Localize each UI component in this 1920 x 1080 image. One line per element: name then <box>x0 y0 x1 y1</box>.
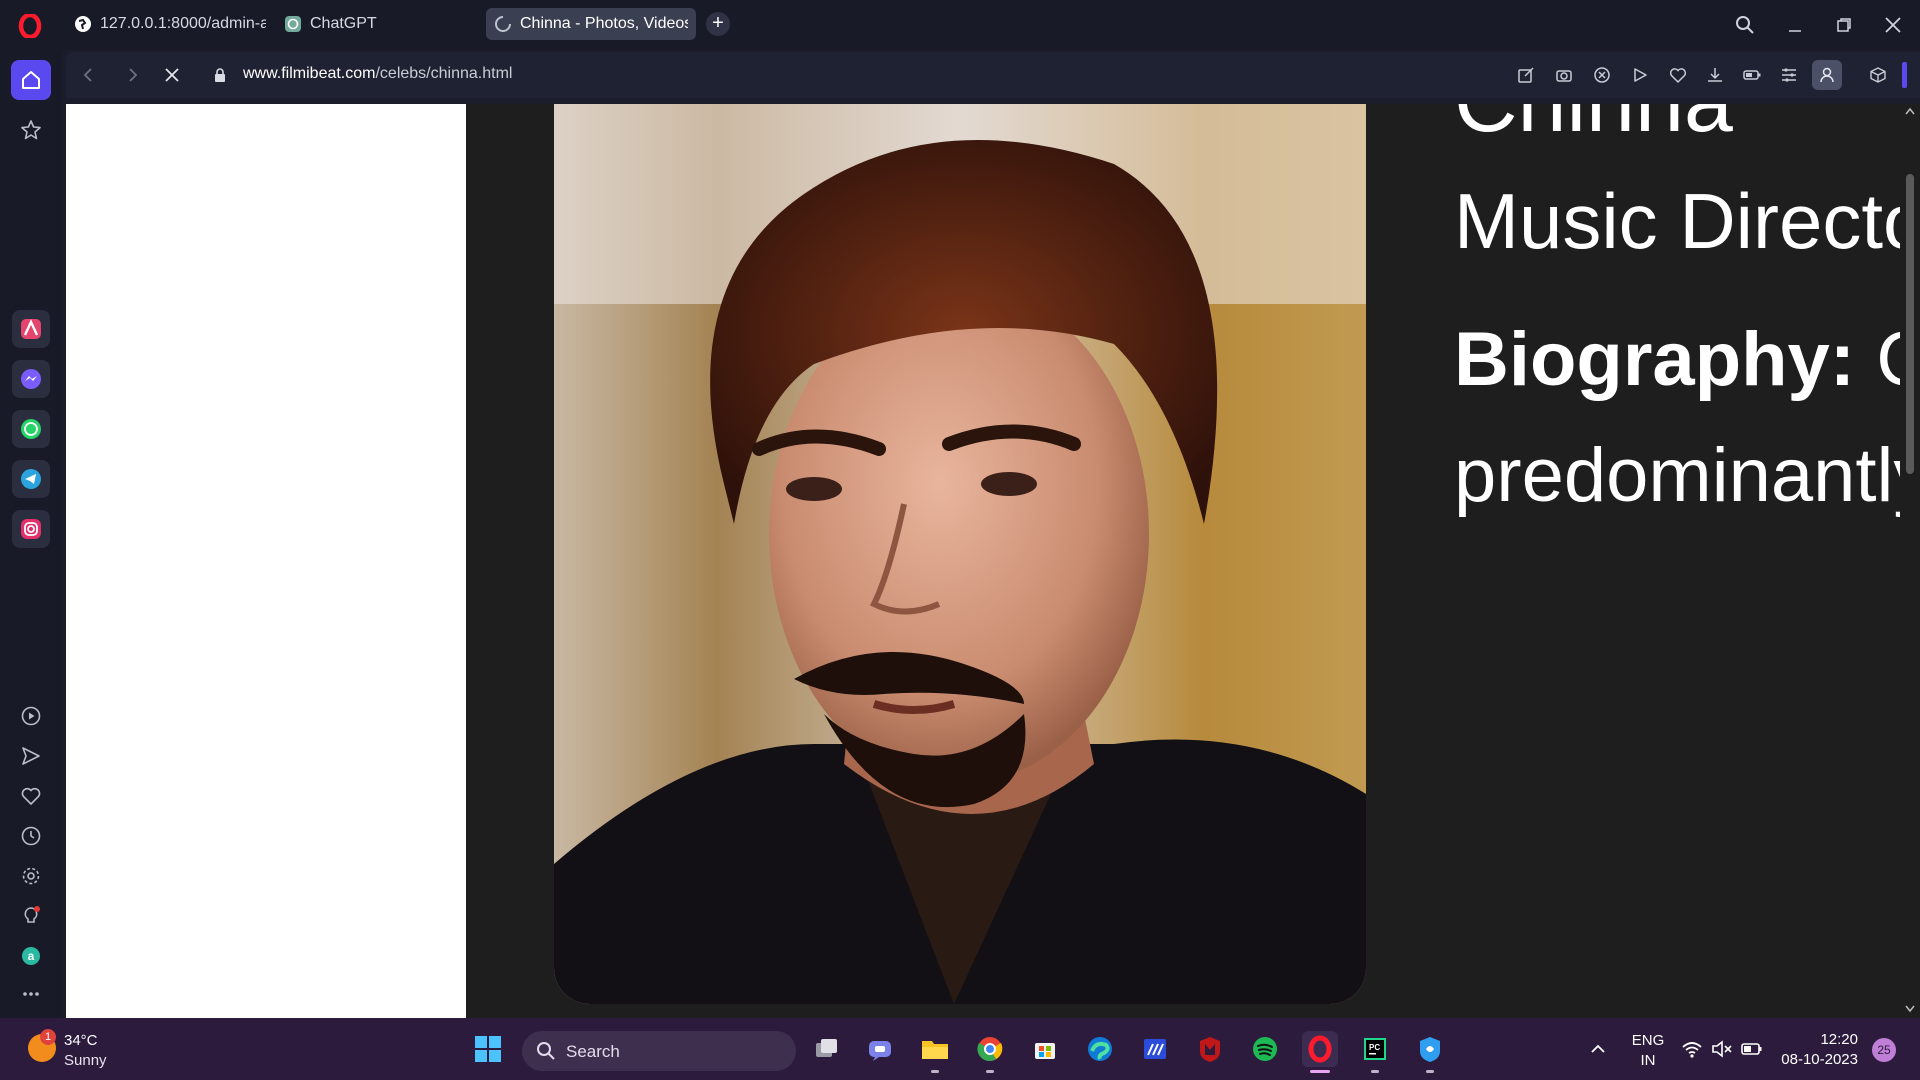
running-indicator <box>1371 1070 1379 1073</box>
search-icon <box>537 1042 555 1060</box>
weather-description[interactable]: Sunny <box>64 1052 107 1069</box>
whatsapp-icon[interactable] <box>12 410 50 448</box>
running-indicator <box>986 1070 994 1073</box>
scroll-up-icon[interactable] <box>1904 106 1916 116</box>
biography-text: predominantly <box>1454 433 1900 518</box>
blank-panel <box>66 104 466 1018</box>
battery-saver-icon[interactable] <box>1740 63 1764 87</box>
amazon-app-icon[interactable]: a <box>11 936 51 976</box>
celebrity-name: Chinna <box>1454 104 1733 152</box>
opera-taskbar-icon[interactable] <box>1302 1031 1338 1073</box>
speed-dial-star-icon[interactable] <box>11 110 51 150</box>
telegram-icon[interactable] <box>12 460 50 498</box>
tab-search-icon[interactable] <box>1730 10 1760 40</box>
stop-loading-button[interactable] <box>159 62 185 88</box>
profile-avatar-icon[interactable] <box>1812 60 1842 90</box>
vscode-like-icon[interactable] <box>1137 1031 1173 1067</box>
aria-app-icon[interactable] <box>12 310 50 348</box>
tab-chatgpt[interactable]: ChatGPT <box>276 8 476 40</box>
spotify-icon[interactable] <box>1247 1031 1283 1067</box>
url-path: /celebs/chinna.html <box>375 65 513 82</box>
pycharm-icon[interactable]: PC <box>1357 1031 1393 1073</box>
search-label: Search <box>566 1042 620 1061</box>
language-indicator[interactable]: ENG <box>1628 1032 1668 1049</box>
battery-icon[interactable] <box>1734 1031 1770 1067</box>
opera-logo-icon[interactable] <box>18 14 42 38</box>
biography-label: Biography: <box>1454 317 1856 402</box>
player-play-icon[interactable] <box>1628 63 1652 87</box>
ms-store-icon[interactable] <box>1027 1031 1063 1067</box>
tab-title: ChatGPT <box>310 15 377 32</box>
restore-button[interactable] <box>1829 10 1859 40</box>
tab-admin[interactable]: 127.0.0.1:8000/admin-add <box>66 8 274 40</box>
shield-app-icon[interactable] <box>1412 1031 1448 1073</box>
svg-text:PC: PC <box>1369 1043 1380 1052</box>
close-window-button[interactable] <box>1878 10 1908 40</box>
edit-page-icon[interactable] <box>1514 63 1538 87</box>
page-viewport: Chinna Music Director Biography: C predo… <box>66 104 1900 1018</box>
weather-temperature[interactable]: 34°C <box>64 1032 98 1049</box>
tab-title: Chinna - Photos, Videos, B <box>520 15 688 32</box>
back-button[interactable] <box>75 62 101 88</box>
running-indicator <box>1426 1070 1434 1073</box>
minimize-button[interactable] <box>1780 10 1810 40</box>
running-indicator <box>931 1070 939 1073</box>
easy-setup-icon[interactable] <box>1777 63 1801 87</box>
scrollbar-thumb[interactable] <box>1906 174 1914 474</box>
page-scrollbar[interactable] <box>1900 104 1920 1018</box>
celebrity-photo[interactable] <box>554 104 1366 1004</box>
taskbar-search[interactable]: Search <box>522 1031 796 1071</box>
settings-gear-icon[interactable] <box>11 856 51 896</box>
address-bar: www.filmibeat.com/celebs/chinna.html <box>66 52 1920 98</box>
svg-text:a: a <box>28 949 35 963</box>
tips-lightbulb-icon[interactable] <box>11 896 51 936</box>
title-bar: 127.0.0.1:8000/admin-add ChatGPT Chinna … <box>0 0 1920 50</box>
scroll-down-icon[interactable] <box>1904 1004 1916 1014</box>
chatgpt-icon <box>284 15 302 33</box>
tray-overflow-chevron-icon[interactable] <box>1580 1031 1616 1067</box>
messenger-icon[interactable] <box>12 360 50 398</box>
biography-line: Biography: C <box>1454 316 1900 403</box>
chrome-icon[interactable] <box>972 1031 1008 1073</box>
url-domain: www.filmibeat.com <box>243 65 376 82</box>
file-explorer-icon[interactable] <box>917 1031 953 1073</box>
active-indicator <box>1310 1070 1330 1073</box>
teams-chat-icon[interactable] <box>862 1031 898 1067</box>
forward-button[interactable] <box>120 62 146 88</box>
loading-spinner-icon <box>494 15 512 33</box>
biography-start: C <box>1876 317 1900 402</box>
url-field[interactable]: www.filmibeat.com/celebs/chinna.html <box>243 65 512 83</box>
send-flow-icon[interactable] <box>11 736 51 776</box>
ad-blocker-icon[interactable] <box>1590 63 1614 87</box>
downloads-icon[interactable] <box>1703 63 1727 87</box>
notification-count-badge[interactable]: 25 <box>1872 1038 1896 1062</box>
bookmark-heart-icon[interactable] <box>1666 63 1690 87</box>
snapshot-camera-icon[interactable] <box>1552 63 1576 87</box>
history-clock-icon[interactable] <box>11 816 51 856</box>
more-options-icon[interactable] <box>11 974 51 1014</box>
sidebar-toggle-indicator[interactable] <box>1902 62 1907 88</box>
tab-chinna[interactable]: Chinna - Photos, Videos, B <box>486 8 696 40</box>
region-indicator[interactable]: IN <box>1628 1052 1668 1069</box>
celebrity-role: Music Director <box>1454 177 1900 265</box>
player-icon[interactable] <box>11 696 51 736</box>
windows-taskbar: 1 34°C Sunny Search PC ENG IN 12:20 08-1… <box>0 1018 1920 1080</box>
home-icon[interactable] <box>11 60 51 100</box>
instagram-icon[interactable] <box>12 510 50 548</box>
extensions-box-icon[interactable] <box>1866 63 1890 87</box>
edge-icon[interactable] <box>1082 1031 1118 1067</box>
new-tab-button[interactable]: + <box>706 12 730 36</box>
task-view-icon[interactable] <box>808 1031 844 1067</box>
heart-icon[interactable] <box>11 776 51 816</box>
clock-date[interactable]: 08-10-2023 <box>1776 1051 1858 1068</box>
globe-icon <box>74 15 92 33</box>
sidebar: a <box>0 50 62 1018</box>
lock-icon[interactable] <box>207 62 233 88</box>
mcafee-icon[interactable] <box>1192 1031 1228 1067</box>
tab-title: 127.0.0.1:8000/admin-add <box>100 15 266 32</box>
clock-time[interactable]: 12:20 <box>1776 1031 1858 1048</box>
windows-start-icon[interactable] <box>470 1031 506 1067</box>
weather-badge: 1 <box>40 1029 56 1045</box>
